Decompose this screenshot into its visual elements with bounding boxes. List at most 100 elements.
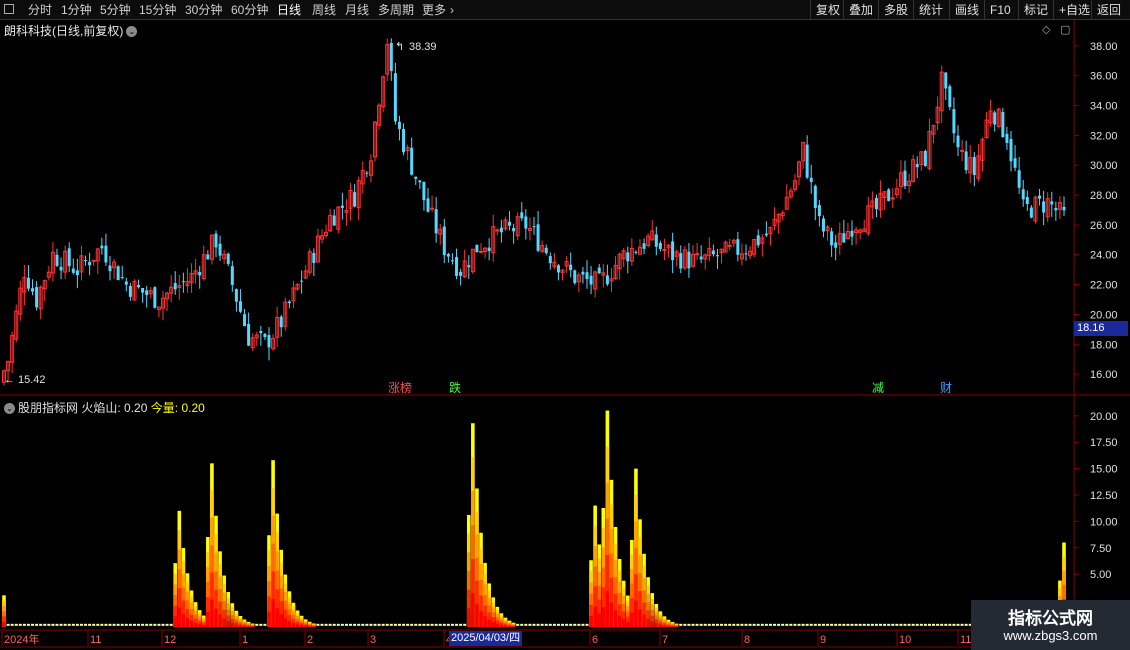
flame-base (879, 623, 883, 626)
stock-name-label: 朗科科技(日线,前复权) (4, 24, 124, 38)
event-marker-reduce[interactable]: 减 (872, 381, 884, 395)
flame-value: 0.20 (124, 401, 148, 415)
flame-bar (499, 624, 504, 627)
flame-base (414, 623, 418, 626)
flame-base (960, 623, 964, 626)
candle-body (744, 253, 748, 255)
candle-body (687, 251, 691, 269)
candle-body (960, 149, 965, 152)
event-marker-limit-up[interactable]: 涨榜 (388, 380, 412, 395)
flame-base (724, 623, 728, 626)
candle-body (59, 266, 63, 271)
flame-base (777, 623, 781, 626)
event-marker-drop[interactable]: 跌 (449, 380, 461, 395)
flame-base (344, 623, 348, 626)
flame-base (923, 623, 927, 626)
candle-body (809, 177, 813, 182)
flame-base (332, 623, 336, 626)
candle-body (259, 330, 263, 334)
window-icon[interactable]: ▢ (1060, 23, 1070, 36)
candle-body (393, 73, 397, 122)
flame-bar (609, 602, 614, 627)
flame-base (805, 623, 809, 626)
chevron-down-icon[interactable]: ⌄ (4, 403, 15, 415)
candle-body (711, 250, 715, 255)
flame-base (907, 623, 911, 626)
flame-bar (177, 607, 182, 627)
candle-body (642, 243, 646, 249)
candle-body (1021, 189, 1025, 200)
candle-body (736, 239, 740, 255)
flame-bar (511, 626, 516, 627)
flame-base (328, 623, 332, 626)
candle-body (1029, 207, 1033, 218)
candle-body (548, 256, 552, 264)
flame-base (919, 623, 923, 626)
flame-base (728, 623, 732, 626)
flame-bar (291, 622, 296, 627)
candle-body (479, 250, 483, 253)
flame-base (544, 623, 548, 626)
flame-bar (487, 619, 491, 627)
flame-bar (312, 626, 316, 627)
flame-bar (283, 618, 288, 627)
flame-bar (507, 625, 512, 627)
flame-bar (197, 624, 202, 627)
candle-body (141, 287, 145, 293)
candle-body (944, 72, 948, 89)
candle-body (821, 218, 825, 232)
flame-base (773, 623, 777, 626)
indicator-tick-label: 15.00 (1090, 464, 1118, 476)
stock-title: 朗科科技(日线,前复权) ⌄ (4, 22, 138, 39)
flame-base (18, 623, 22, 626)
flame-base (846, 623, 850, 626)
flame-bar (479, 611, 483, 627)
flame-bar (279, 614, 284, 627)
diamond-icon[interactable]: ◇ (1042, 23, 1051, 36)
flame-bar (275, 608, 279, 627)
candle-body (532, 226, 536, 228)
candle-body (430, 207, 435, 210)
flame-base (430, 623, 434, 626)
flame-bar (503, 625, 508, 627)
flame-bar (613, 610, 618, 627)
watermark-url: www.zbgs3.com (1003, 628, 1098, 643)
flame-base (870, 623, 874, 626)
candle-body (120, 277, 124, 279)
candle-body (1001, 111, 1005, 138)
candle-body (340, 205, 344, 208)
flame-base (137, 623, 141, 626)
flame-base (793, 623, 797, 626)
candle-body (181, 281, 185, 283)
flame-bar (206, 611, 210, 627)
flame-base (756, 623, 760, 626)
flame-base (75, 623, 79, 626)
flame-bar (238, 625, 243, 627)
candle-body (104, 245, 108, 263)
date-tick-label: 9 (820, 634, 826, 646)
candle-body (124, 281, 128, 285)
cursor-date-flag: 2025/04/03/四 (449, 631, 523, 646)
flame-base (569, 623, 573, 626)
flame-base (760, 623, 764, 626)
candle-body (948, 86, 952, 107)
flame-base (952, 623, 956, 626)
candle-body (915, 164, 919, 168)
flame-base (389, 623, 393, 626)
flame-base (581, 623, 585, 626)
flame-base (862, 623, 866, 626)
candle-body (426, 198, 430, 212)
candle-body (279, 316, 283, 328)
flame-base (10, 623, 14, 626)
candle-body (446, 253, 450, 257)
candle-body (499, 227, 503, 233)
flame-base (821, 623, 825, 626)
flame-base (381, 623, 385, 626)
indicator-tick-label: 7.50 (1090, 543, 1111, 555)
flame-bar (495, 623, 500, 627)
chevron-down-icon[interactable]: ⌄ (126, 26, 138, 38)
flame-base (336, 623, 340, 626)
flame-base (88, 623, 92, 626)
event-marker-finance[interactable]: 财 (940, 381, 952, 395)
flame-base (373, 623, 377, 626)
